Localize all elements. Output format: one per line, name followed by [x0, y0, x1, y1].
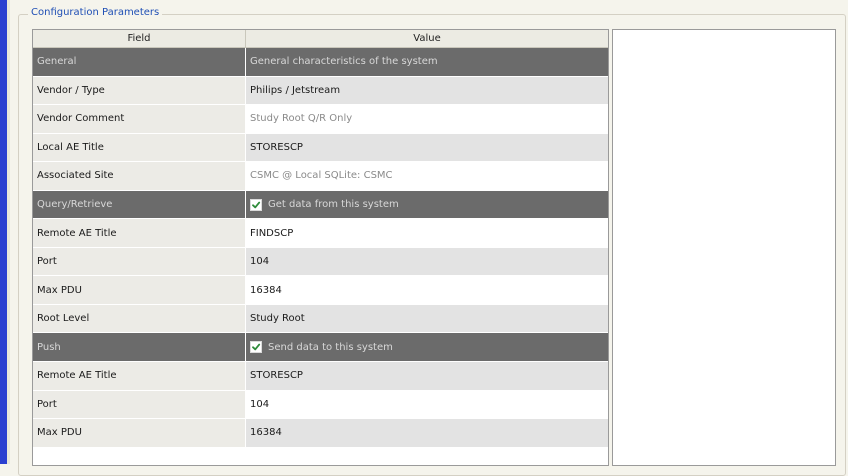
- field-cell: Push: [33, 333, 246, 362]
- section-row[interactable]: Query/Retrieve Get data from this system: [33, 190, 608, 220]
- value-cell[interactable]: 16384: [246, 419, 608, 447]
- value-cell[interactable]: 16384: [246, 276, 608, 304]
- value-cell: General characteristics of the system: [246, 48, 608, 76]
- field-cell: Query/Retrieve: [33, 190, 246, 219]
- column-header-field[interactable]: Field: [33, 30, 246, 47]
- table-row[interactable]: Remote AE Title STORESCP: [33, 362, 608, 391]
- value-cell[interactable]: Study Root Q/R Only: [246, 105, 608, 133]
- value-cell: Send data to this system: [246, 333, 608, 362]
- value-cell[interactable]: FINDSCP: [246, 219, 608, 247]
- table-row[interactable]: Root Level Study Root: [33, 304, 608, 334]
- field-cell: Port: [33, 390, 246, 419]
- value-cell[interactable]: 104: [246, 247, 608, 276]
- table-row[interactable]: Port 104: [33, 390, 608, 420]
- section-row[interactable]: Push Send data to this system: [33, 333, 608, 363]
- window-left-accent-bar: [0, 0, 7, 464]
- groupbox-title: Configuration Parameters: [28, 6, 163, 19]
- value-cell: Get data from this system: [246, 190, 608, 219]
- field-cell: Root Level: [33, 304, 246, 333]
- field-cell: Remote AE Title: [33, 219, 246, 247]
- value-cell[interactable]: Study Root: [246, 304, 608, 333]
- column-header-value[interactable]: Value: [246, 30, 608, 47]
- field-cell: Max PDU: [33, 276, 246, 304]
- value-cell[interactable]: 104: [246, 390, 608, 419]
- checkbox-label: Send data to this system: [268, 341, 393, 353]
- section-row[interactable]: General General characteristics of the sy…: [33, 48, 608, 77]
- checkbox-checked-icon[interactable]: [250, 341, 262, 354]
- table-body: General General characteristics of the sy…: [33, 48, 608, 448]
- details-panel: [612, 29, 836, 466]
- table-row[interactable]: Vendor Comment Study Root Q/R Only: [33, 105, 608, 134]
- field-cell: Local AE Title: [33, 133, 246, 162]
- configuration-table: Field Value General General characteristi…: [32, 29, 609, 466]
- field-cell: Vendor Comment: [33, 105, 246, 133]
- field-cell: Max PDU: [33, 419, 246, 447]
- value-cell[interactable]: STORESCP: [246, 362, 608, 390]
- table-row[interactable]: Vendor / Type Philips / Jetstream: [33, 76, 608, 106]
- value-cell[interactable]: Philips / Jetstream: [246, 76, 608, 105]
- checkbox-label: Get data from this system: [268, 199, 399, 210]
- field-cell: Associated Site: [33, 162, 246, 190]
- table-row[interactable]: Port 104: [33, 247, 608, 277]
- table-row[interactable]: Max PDU 16384: [33, 276, 608, 305]
- window-left-accent-gap: [7, 0, 10, 464]
- field-cell: Remote AE Title: [33, 362, 246, 390]
- field-cell: Vendor / Type: [33, 76, 246, 105]
- value-cell[interactable]: CSMC @ Local SQLite: CSMC: [246, 162, 608, 190]
- value-cell[interactable]: STORESCP: [246, 133, 608, 162]
- table-header-row: Field Value: [33, 30, 608, 48]
- field-cell: Port: [33, 247, 246, 276]
- table-row[interactable]: Remote AE Title FINDSCP: [33, 219, 608, 248]
- table-row[interactable]: Local AE Title STORESCP: [33, 133, 608, 163]
- table-row[interactable]: Max PDU 16384: [33, 419, 608, 448]
- table-row[interactable]: Associated Site CSMC @ Local SQLite: CSMC: [33, 162, 608, 191]
- checkbox-checked-icon[interactable]: [250, 198, 262, 211]
- field-cell: General: [33, 48, 246, 76]
